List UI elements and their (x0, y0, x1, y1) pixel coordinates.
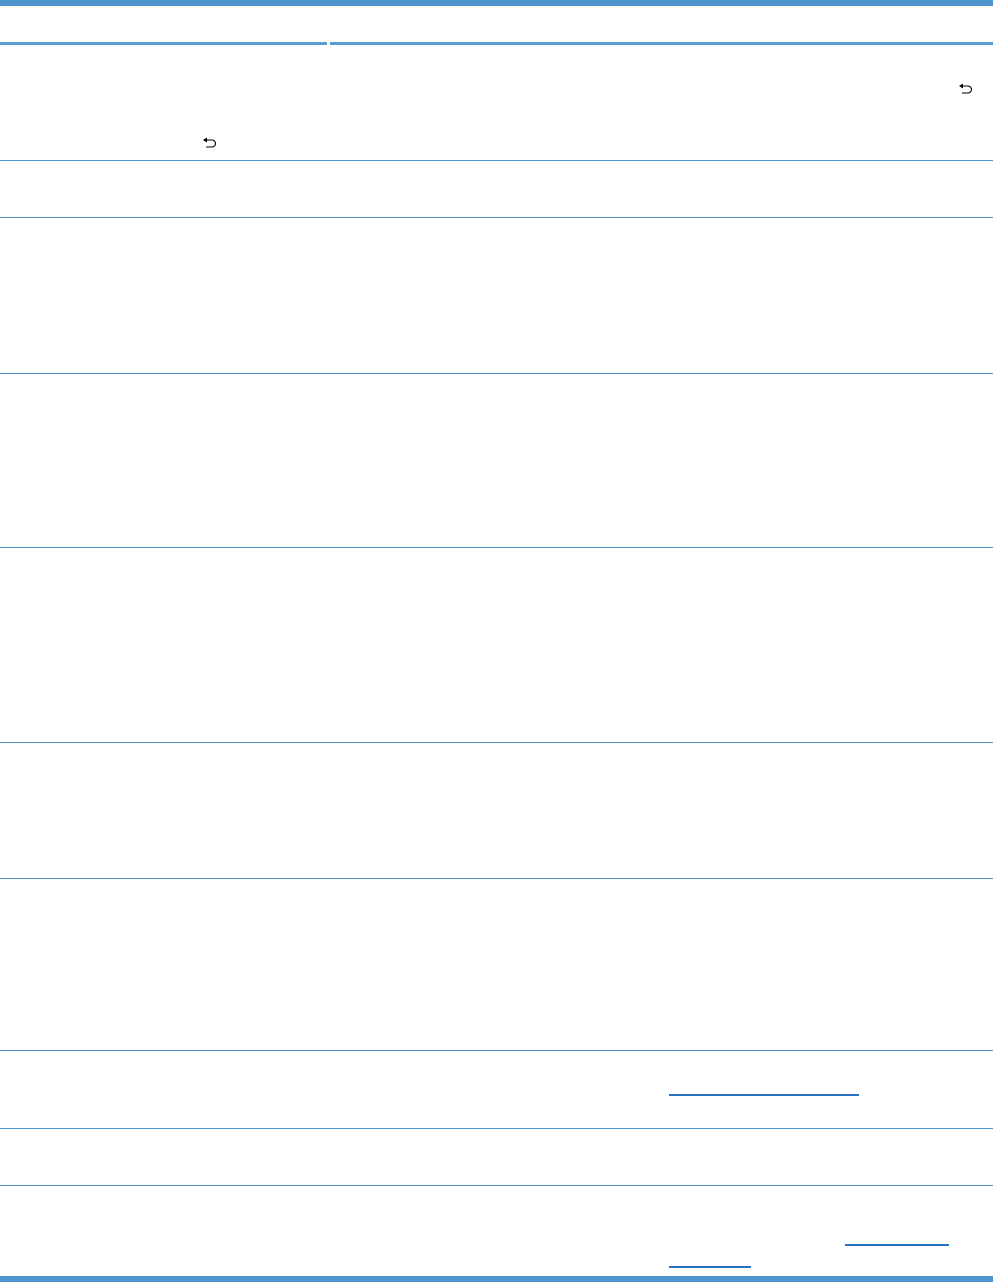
table-row (0, 743, 993, 879)
table-row (0, 879, 993, 1051)
cross-reference-link[interactable] (845, 1244, 949, 1246)
two-column-table (0, 42, 993, 1276)
table-row (0, 1186, 993, 1276)
bottom-rule (0, 1276, 993, 1282)
table-row (0, 374, 993, 548)
table-row (0, 548, 993, 743)
table-row (0, 161, 993, 218)
document-page (0, 0, 993, 1282)
cross-reference-link[interactable] (669, 1094, 859, 1096)
top-rule (0, 0, 993, 6)
back-arrow-icon (202, 137, 218, 149)
cross-reference-link-continued[interactable] (669, 1266, 751, 1268)
back-arrow-icon (958, 83, 974, 95)
table-row (0, 45, 993, 161)
table-row (0, 1129, 993, 1186)
table-row (0, 1051, 993, 1129)
table-row (0, 218, 993, 374)
